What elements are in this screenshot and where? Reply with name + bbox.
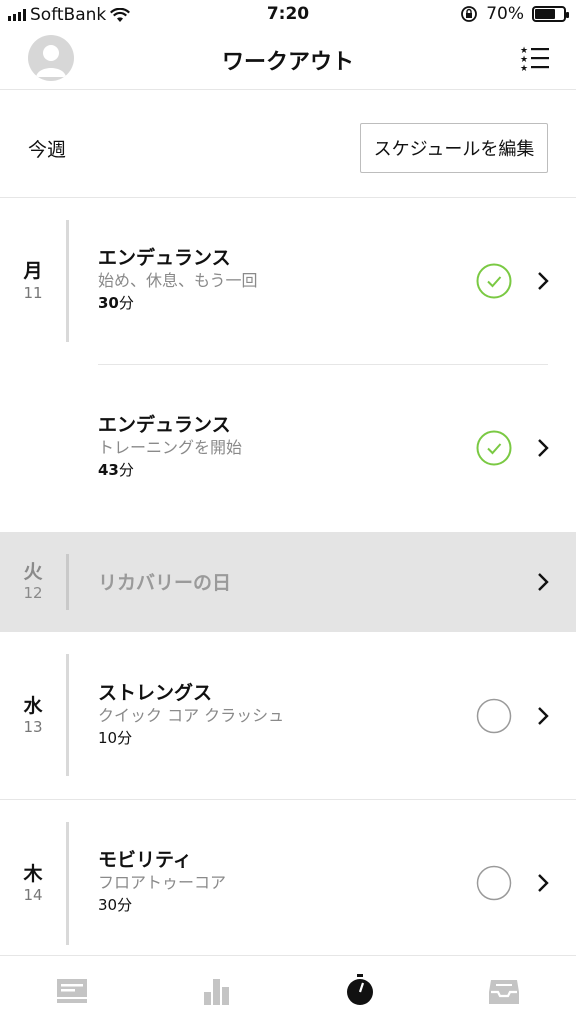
chevron-right-icon[interactable] — [536, 873, 550, 893]
day-tuesday-rest[interactable]: 火 12 リカバリーの日 — [0, 532, 576, 632]
day-monday: 月 11 エンデュランス 始め、休息、もう一回 30分 エンデュランス トレーニ… — [0, 198, 576, 532]
duration-value: 43 — [98, 461, 119, 479]
completed-check-icon — [476, 430, 512, 466]
starred-list-icon[interactable]: ★ ★ ★ — [520, 45, 550, 71]
feed-icon[interactable] — [55, 976, 89, 1006]
duration-unit: 分 — [118, 461, 134, 479]
chevron-right-icon[interactable] — [536, 706, 550, 726]
activity-chart-icon[interactable] — [199, 976, 233, 1006]
edit-schedule-button[interactable]: スケジュールを編集 — [360, 123, 548, 173]
stopwatch-icon[interactable] — [343, 973, 377, 1007]
day-of-week: 水 — [23, 695, 43, 717]
inbox-icon[interactable] — [487, 976, 521, 1006]
incomplete-circle-icon — [476, 865, 512, 901]
day-timeline — [66, 220, 69, 342]
status-bar: SoftBank 7:20 70% — [0, 0, 576, 30]
chevron-right-icon[interactable] — [536, 572, 550, 592]
day-timeline — [66, 654, 69, 776]
day-of-week: 火 — [23, 561, 43, 583]
page-title: ワークアウト — [221, 50, 354, 75]
battery-icon — [532, 6, 569, 22]
completed-check-icon — [476, 263, 512, 299]
battery-level — [535, 9, 555, 19]
status-right: 70% — [460, 4, 569, 24]
day-date: 14 — [23, 886, 43, 904]
day-timeline — [66, 822, 69, 945]
day-timeline — [66, 554, 69, 610]
week-header: 今週 スケジュールを編集 — [0, 90, 576, 198]
incomplete-circle-icon — [476, 698, 512, 734]
battery-percent: 70% — [486, 4, 524, 24]
day-of-week: 月 — [23, 260, 43, 282]
rotation-lock-icon — [461, 6, 478, 22]
tab-bar — [0, 955, 576, 1024]
chevron-right-icon[interactable] — [536, 271, 550, 291]
divider — [98, 364, 548, 365]
day-thursday: 木 14 モビリティ フロアトゥーコア 30分 — [0, 801, 576, 955]
day-date: 11 — [23, 284, 43, 302]
week-label: 今週 — [28, 139, 67, 161]
nav-header: ワークアウト ★ ★ ★ — [0, 30, 576, 90]
rest-day-label: リカバリーの日 — [98, 572, 232, 594]
duration-unit: 分 — [118, 294, 134, 312]
svg-text:★: ★ — [520, 64, 528, 71]
day-of-week: 木 — [23, 863, 43, 885]
chevron-right-icon[interactable] — [536, 438, 550, 458]
day-date: 12 — [23, 584, 43, 602]
day-wednesday: 水 13 ストレングス クイック コア クラッシュ 10分 — [0, 632, 576, 800]
duration-value: 30 — [98, 294, 119, 312]
day-date: 13 — [23, 718, 43, 736]
